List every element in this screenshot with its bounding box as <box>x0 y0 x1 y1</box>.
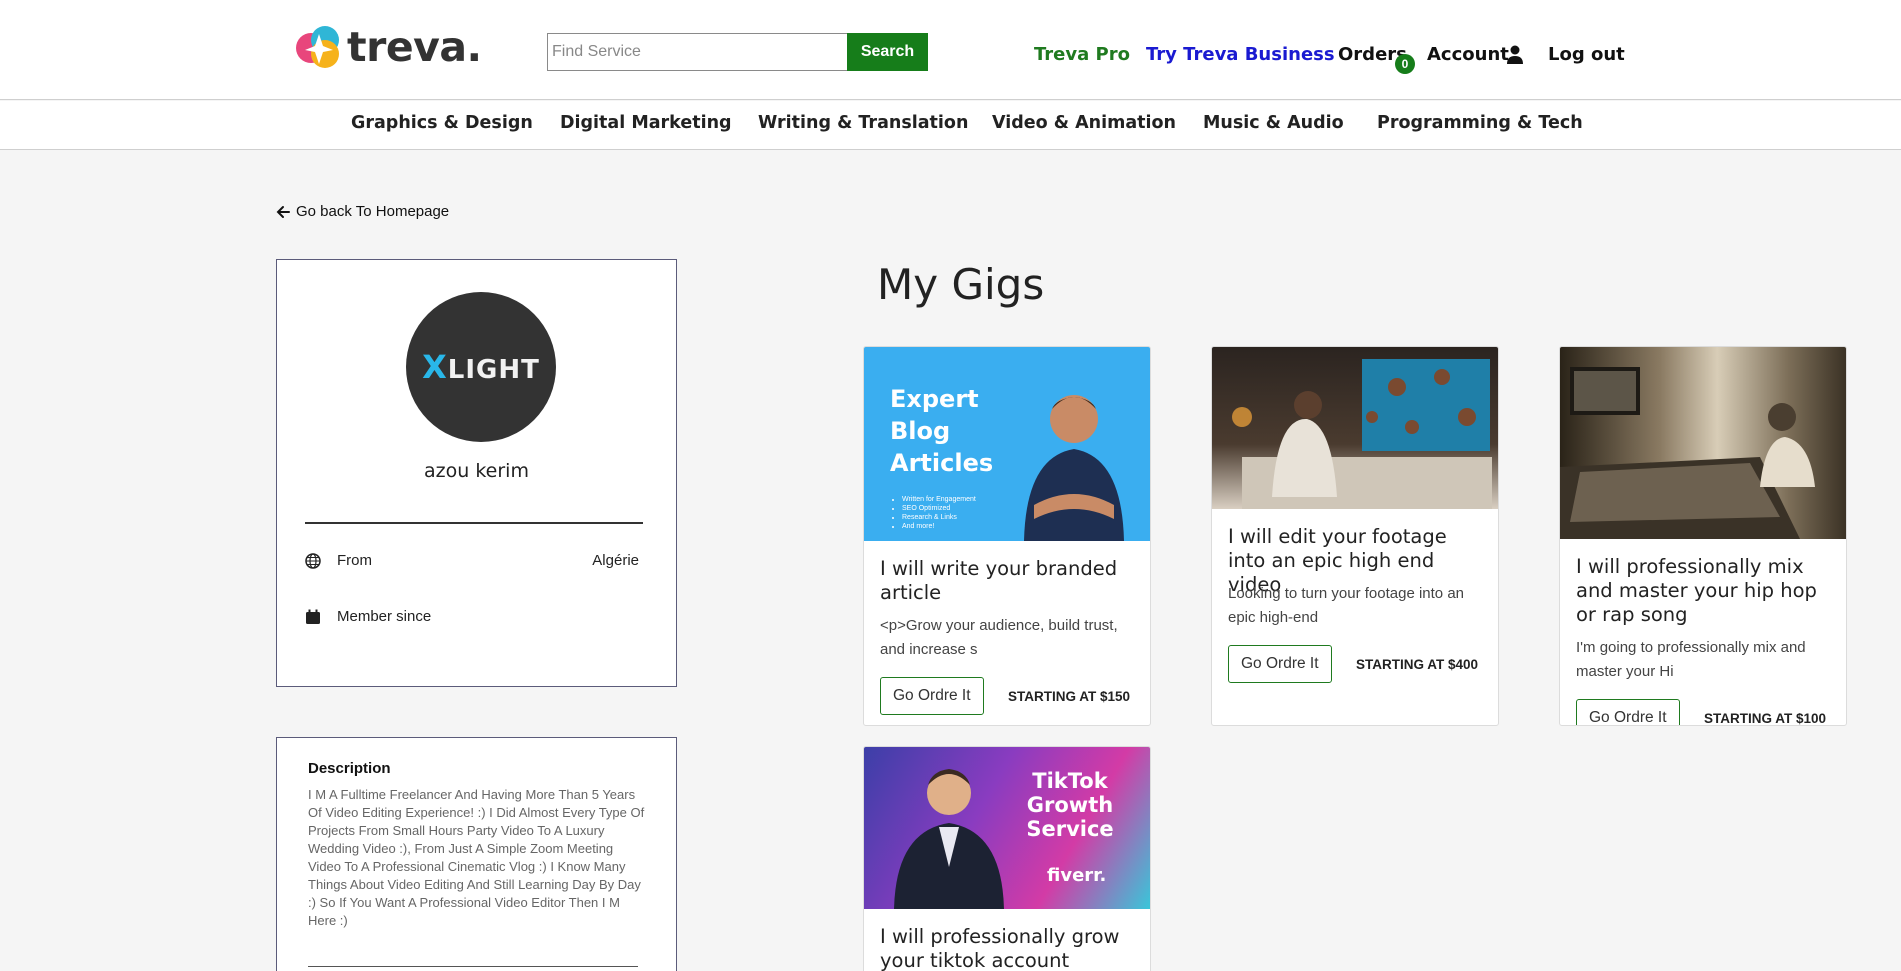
category-programming-tech[interactable]: Programming & Tech <box>1377 113 1583 133</box>
category-digital-marketing[interactable]: Digital Marketing <box>560 113 732 133</box>
avatar: XLIGHT <box>406 292 556 442</box>
order-button[interactable]: Go Ordre It <box>1576 699 1680 725</box>
gig-card[interactable]: I will edit your footage into an epic hi… <box>1211 346 1499 726</box>
gig-image-text: Expert Blog Articles <box>890 385 994 477</box>
search-input[interactable] <box>547 33 847 71</box>
music-studio-scene <box>1560 367 1815 539</box>
from-label: From <box>337 552 372 569</box>
gig-image[interactable] <box>1560 347 1846 539</box>
gig-image[interactable]: TikTok Growth Service fiverr. <box>864 747 1150 909</box>
logo[interactable]: treva. <box>295 24 482 70</box>
gig-card[interactable]: I will professionally mix and master you… <box>1559 346 1847 726</box>
try-business-link[interactable]: Try Treva Business <box>1146 44 1335 65</box>
category-graphics-design[interactable]: Graphics & Design <box>351 113 533 133</box>
avatar-logo-text: XLIGHT <box>422 348 540 386</box>
gig-title[interactable]: I will professionally mix and master you… <box>1576 555 1836 627</box>
gig-card[interactable]: TikTok Growth Service fiverr. I will pro… <box>863 746 1151 971</box>
gig-title[interactable]: I will write your branded article <box>880 557 1140 605</box>
treva-logo-icon <box>296 26 339 68</box>
gig-price: STARTING AT $100 <box>1703 711 1826 726</box>
gig-description: <p>Grow your audience, build trust, and … <box>880 617 1118 658</box>
page-title: My Gigs <box>877 260 1045 309</box>
calendar-icon <box>306 609 320 624</box>
gig-image[interactable] <box>1212 347 1498 509</box>
order-button[interactable]: Go Ordre It <box>1228 645 1332 683</box>
profile-divider <box>305 522 643 524</box>
gig-image[interactable]: Expert Blog Articles Written for Engagem… <box>864 347 1150 541</box>
arrow-left-icon <box>276 205 290 218</box>
order-button[interactable]: Go Ordre It <box>880 677 984 715</box>
category-nav: Graphics & Design Digital Marketing Writ… <box>0 101 1901 150</box>
gig-image-bullets: Written for Engagement SEO Optimized Res… <box>892 495 976 531</box>
video-editing-scene <box>1232 359 1492 509</box>
gig-description: I'm going to professionally mix and mast… <box>1576 639 1806 680</box>
profile-card: XLIGHT azou kerim From Algérie Member si… <box>276 259 677 687</box>
category-music-audio[interactable]: Music & Audio <box>1203 113 1344 133</box>
treva-pro-link[interactable]: Treva Pro <box>1034 44 1130 65</box>
search-button[interactable]: Search <box>847 33 928 71</box>
fiverr-brand-text: fiverr. <box>1047 865 1107 886</box>
gig-description: Looking to turn your footage into an epi… <box>1228 585 1465 626</box>
globe-icon <box>305 552 321 569</box>
category-video-animation[interactable]: Video & Animation <box>992 113 1176 133</box>
logo-text: treva. <box>347 23 482 71</box>
username: azou kerim <box>424 460 529 482</box>
category-writing-translation[interactable]: Writing & Translation <box>758 113 968 133</box>
description-card: Description I M A Fulltime Freelancer An… <box>276 737 677 971</box>
description-divider <box>308 966 638 967</box>
gig-price: STARTING AT $150 <box>1007 689 1130 704</box>
gig-image-text: TikTok Growth Service <box>1026 769 1114 841</box>
back-to-homepage-link[interactable]: Go back To Homepage <box>276 203 449 220</box>
from-value: Algérie <box>592 552 639 569</box>
orders-count-badge: 0 <box>1395 54 1415 74</box>
gig-title[interactable]: I will professionally grow your tiktok a… <box>880 925 1140 971</box>
account-link[interactable]: Account <box>1427 44 1509 65</box>
logout-link[interactable]: Log out <box>1548 44 1625 65</box>
description-title: Description <box>308 760 391 777</box>
member-since-row: Member since <box>305 608 639 625</box>
person-illustration <box>894 769 1004 909</box>
from-row: From Algérie <box>305 552 639 569</box>
member-since-label: Member since <box>337 608 432 625</box>
person-illustration <box>1024 395 1124 541</box>
search-bar: Search <box>547 33 928 71</box>
gig-price: STARTING AT $400 <box>1355 657 1478 672</box>
gig-card[interactable]: Expert Blog Articles Written for Engagem… <box>863 346 1151 726</box>
back-link-label: Go back To Homepage <box>296 203 450 220</box>
user-icon[interactable] <box>1507 45 1523 65</box>
top-header: treva. Search Treva Pro Try Treva Busine… <box>0 0 1901 100</box>
description-text: I M A Fulltime Freelancer And Having Mor… <box>308 787 645 928</box>
